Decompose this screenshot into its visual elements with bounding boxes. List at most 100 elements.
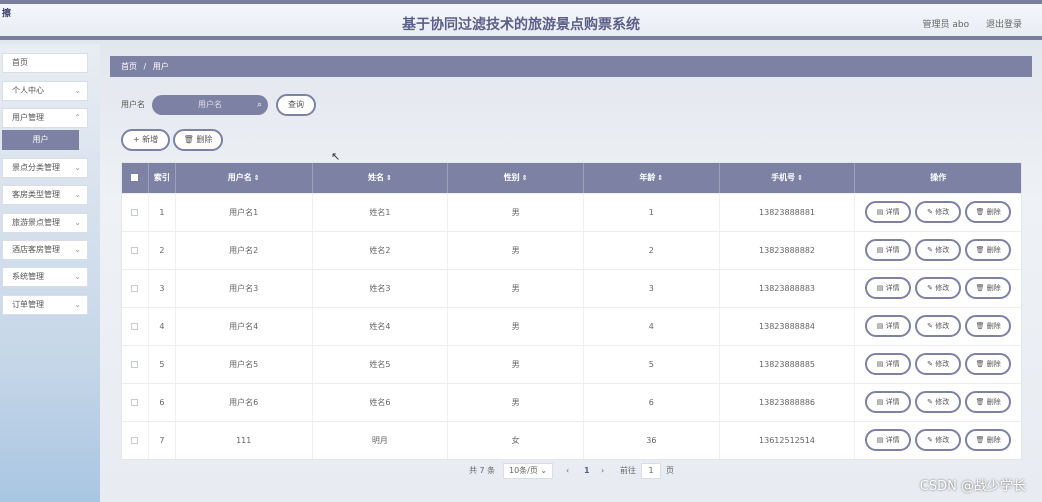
search-input[interactable]: 用户名 ⌕ — [152, 95, 268, 115]
chevron-up-icon: ⌃ — [74, 113, 81, 122]
table-row: 2 用户名2 姓名2 男 2 13823888882 ▤ 详情 ✎ 修改 🗑 删除 — [122, 231, 1021, 269]
detail-button[interactable]: ▤ 详情 — [865, 239, 912, 261]
checkbox[interactable] — [131, 361, 139, 368]
col-phone[interactable]: 手机号 ⇕ — [720, 163, 856, 193]
sidebar-item-room-type[interactable]: 客房类型管理 ⌄ — [2, 185, 88, 205]
sidebar-item-orders[interactable]: 订单管理 ⌄ — [2, 295, 88, 315]
cell-actions: ▤ 详情 ✎ 修改 🗑 删除 — [855, 232, 1021, 269]
detail-button[interactable]: ▤ 详情 — [865, 391, 912, 413]
chevron-down-icon: ⌄ — [74, 86, 81, 95]
edit-button[interactable]: ✎ 修改 — [915, 201, 962, 223]
checkbox[interactable] — [131, 174, 139, 181]
sidebar-item-system[interactable]: 系统管理 ⌄ — [2, 267, 88, 287]
cell-name: 姓名5 — [313, 346, 449, 383]
row-checkbox-cell[interactable] — [122, 232, 149, 269]
checkbox[interactable] — [131, 247, 139, 254]
cell-phone: 13823888885 — [720, 346, 856, 383]
delete-button[interactable]: 🗑 删除 — [965, 315, 1012, 337]
logout-link[interactable]: 退出登录 — [986, 20, 1022, 30]
detail-button[interactable]: ▤ 详情 — [865, 353, 912, 375]
add-button[interactable]: + 新增 — [121, 129, 170, 151]
sidebar-item-spot-category[interactable]: 景点分类管理 ⌄ — [2, 158, 88, 178]
edit-button[interactable]: ✎ 修改 — [915, 353, 962, 375]
row-checkbox-cell[interactable] — [122, 308, 149, 345]
chevron-down-icon: ⌄ — [74, 190, 81, 199]
detail-button[interactable]: ▤ 详情 — [865, 201, 912, 223]
cell-age: 36 — [584, 422, 720, 459]
checkbox[interactable] — [131, 323, 139, 330]
detail-button[interactable]: ▤ 详情 — [865, 429, 912, 451]
row-checkbox-cell[interactable] — [122, 270, 149, 307]
next-page-icon[interactable]: › — [601, 463, 604, 479]
cell-phone: 13823888886 — [720, 384, 856, 421]
sidebar-item-hotel-room[interactable]: 酒店客房管理 ⌄ — [2, 240, 88, 260]
col-index: 索引 — [149, 163, 176, 193]
cell-index: 4 — [149, 308, 176, 345]
checkbox[interactable] — [131, 437, 139, 444]
search-icon: ⌕ — [256, 100, 262, 110]
cell-phone: 13823888883 — [720, 270, 856, 307]
pencil-icon: ✎ — [927, 284, 934, 292]
cell-age: 6 — [584, 384, 720, 421]
checkbox[interactable] — [131, 209, 139, 216]
edit-button[interactable]: ✎ 修改 — [915, 315, 962, 337]
breadcrumb-home[interactable]: 首页 — [121, 62, 137, 71]
edit-button[interactable]: ✎ 修改 — [915, 277, 962, 299]
cell-gender: 男 — [448, 232, 584, 269]
cell-index: 5 — [149, 346, 176, 383]
row-checkbox-cell[interactable] — [122, 422, 149, 459]
bulk-delete-button[interactable]: 🗑 删除 — [173, 129, 223, 151]
row-checkbox-cell[interactable] — [122, 384, 149, 421]
checkbox[interactable] — [131, 285, 139, 292]
cell-gender: 男 — [448, 384, 584, 421]
breadcrumb: 首页 / 用户 — [110, 56, 1032, 77]
pencil-icon: ✎ — [927, 246, 934, 254]
delete-button[interactable]: 🗑 删除 — [965, 353, 1012, 375]
breadcrumb-separator: / — [143, 62, 147, 71]
sidebar-item-profile[interactable]: 个人中心 ⌄ — [2, 81, 88, 101]
chevron-down-icon: ⌄ — [540, 466, 548, 475]
sidebar-item-user-mgmt[interactable]: 用户管理 ⌃ — [2, 108, 88, 128]
cell-gender: 男 — [448, 194, 584, 231]
sort-icon: ⇕ — [657, 174, 664, 182]
cell-phone: 13823888884 — [720, 308, 856, 345]
document-icon: ▤ — [876, 246, 884, 254]
detail-button[interactable]: ▤ 详情 — [865, 315, 912, 337]
col-age[interactable]: 年龄 ⇕ — [584, 163, 720, 193]
sidebar-item-scenic-spot[interactable]: 旅游景点管理 ⌄ — [2, 213, 88, 233]
row-checkbox-cell[interactable] — [122, 346, 149, 383]
cell-index: 3 — [149, 270, 176, 307]
edit-button[interactable]: ✎ 修改 — [915, 429, 962, 451]
cell-phone: 13823888881 — [720, 194, 856, 231]
header: 擦 基于协同过滤技术的旅游景点购票系统 管理员 abo 退出登录 — [0, 4, 1042, 40]
checkbox[interactable] — [131, 399, 139, 406]
delete-button[interactable]: 🗑 删除 — [965, 277, 1012, 299]
edit-button[interactable]: ✎ 修改 — [915, 391, 962, 413]
cell-username: 用户名5 — [176, 346, 313, 383]
prev-page-icon[interactable]: ‹ — [566, 463, 569, 479]
col-username[interactable]: 用户名 ⇕ — [176, 163, 313, 193]
row-checkbox-cell[interactable] — [122, 194, 149, 231]
goto-page-input[interactable]: 1 — [641, 463, 661, 479]
delete-button[interactable]: 🗑 删除 — [965, 239, 1012, 261]
table-row: 3 用户名3 姓名3 男 3 13823888883 ▤ 详情 ✎ 修改 🗑 删除 — [122, 269, 1021, 307]
delete-button[interactable]: 🗑 删除 — [965, 391, 1012, 413]
detail-button[interactable]: ▤ 详情 — [865, 277, 912, 299]
cell-age: 2 — [584, 232, 720, 269]
delete-button[interactable]: 🗑 删除 — [965, 201, 1012, 223]
page-number-current[interactable]: 1 — [584, 463, 590, 479]
page-size-select[interactable]: 10条/页 ⌄ — [503, 463, 554, 479]
query-button[interactable]: 查询 — [276, 94, 316, 116]
edit-button[interactable]: ✎ 修改 — [915, 239, 962, 261]
sidebar-subitem-user[interactable]: 用户 — [2, 130, 79, 150]
col-name[interactable]: 姓名 ⇕ — [313, 163, 449, 193]
select-all-checkbox-cell[interactable] — [122, 163, 149, 193]
table-row: 7 111 明月女 36 13612512514 ▤ 详情 ✎ 修改 🗑 删除 — [122, 421, 1021, 459]
chevron-down-icon: ⌄ — [74, 272, 81, 281]
chevron-down-icon: ⌄ — [74, 163, 81, 172]
delete-button[interactable]: 🗑 删除 — [965, 429, 1012, 451]
sidebar-item-home[interactable]: 首页 — [2, 53, 88, 73]
col-gender[interactable]: 性别 ⇕ — [448, 163, 584, 193]
chevron-down-icon: ⌄ — [74, 245, 81, 254]
cell-username: 111 — [176, 422, 313, 459]
